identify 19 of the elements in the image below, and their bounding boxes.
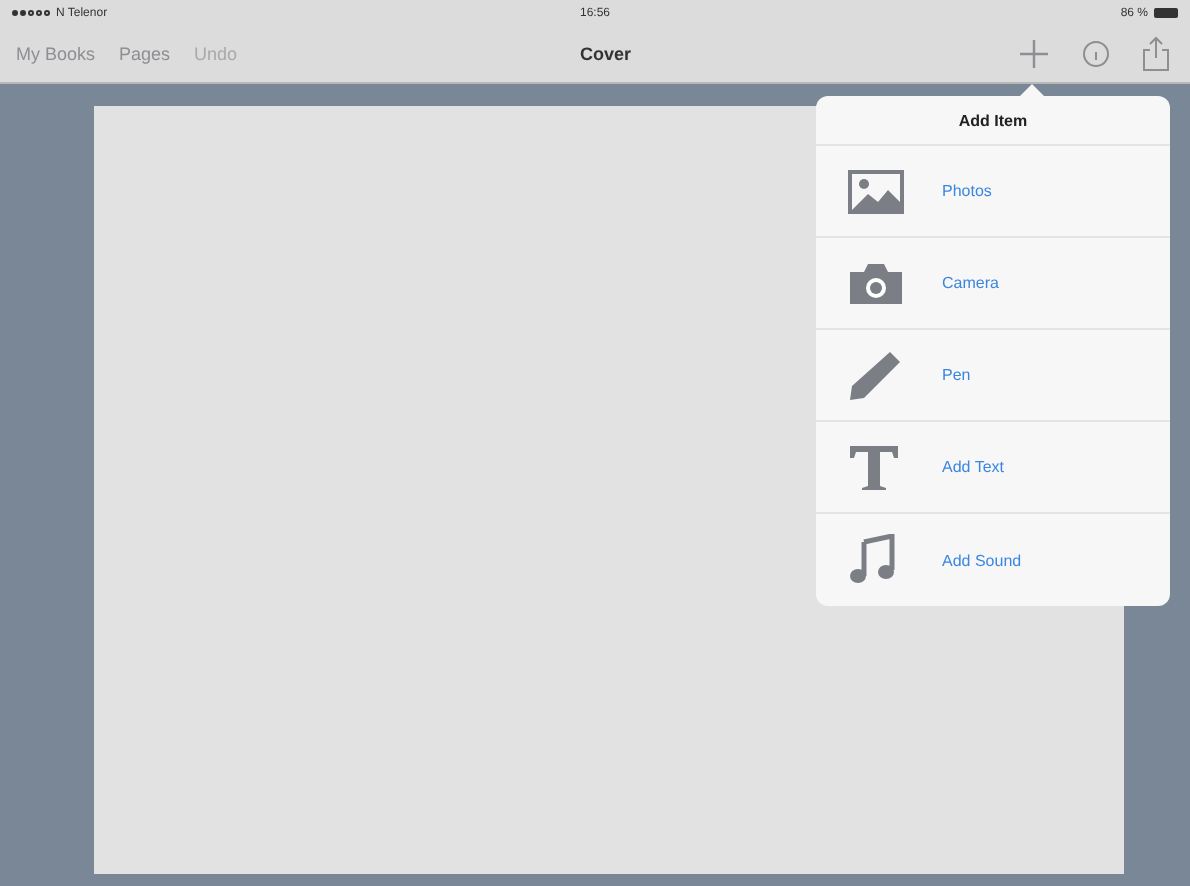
menu-item[interactable]: Add Text xyxy=(816,422,1170,514)
camera-icon xyxy=(848,261,904,305)
pencil-icon xyxy=(848,349,904,401)
text-icon xyxy=(848,443,900,491)
share-icon[interactable] xyxy=(1142,36,1170,72)
popover-title: Add Item xyxy=(816,96,1170,146)
photo-icon xyxy=(848,169,904,213)
signal-icon xyxy=(12,10,50,16)
menu-item[interactable]: Camera xyxy=(816,238,1170,330)
info-icon[interactable] xyxy=(1082,40,1110,68)
menu-item[interactable]: Photos xyxy=(816,146,1170,238)
music-note-icon xyxy=(848,534,896,586)
page-title: Cover xyxy=(580,44,632,64)
nav-link[interactable]: Pages xyxy=(119,44,171,64)
add-icon[interactable] xyxy=(1018,38,1050,70)
menu-item[interactable]: Pen xyxy=(816,330,1170,422)
nav-link[interactable]: My Books xyxy=(16,44,96,64)
menu-item[interactable]: Add Sound xyxy=(816,514,1170,606)
battery-icon xyxy=(1154,8,1178,18)
